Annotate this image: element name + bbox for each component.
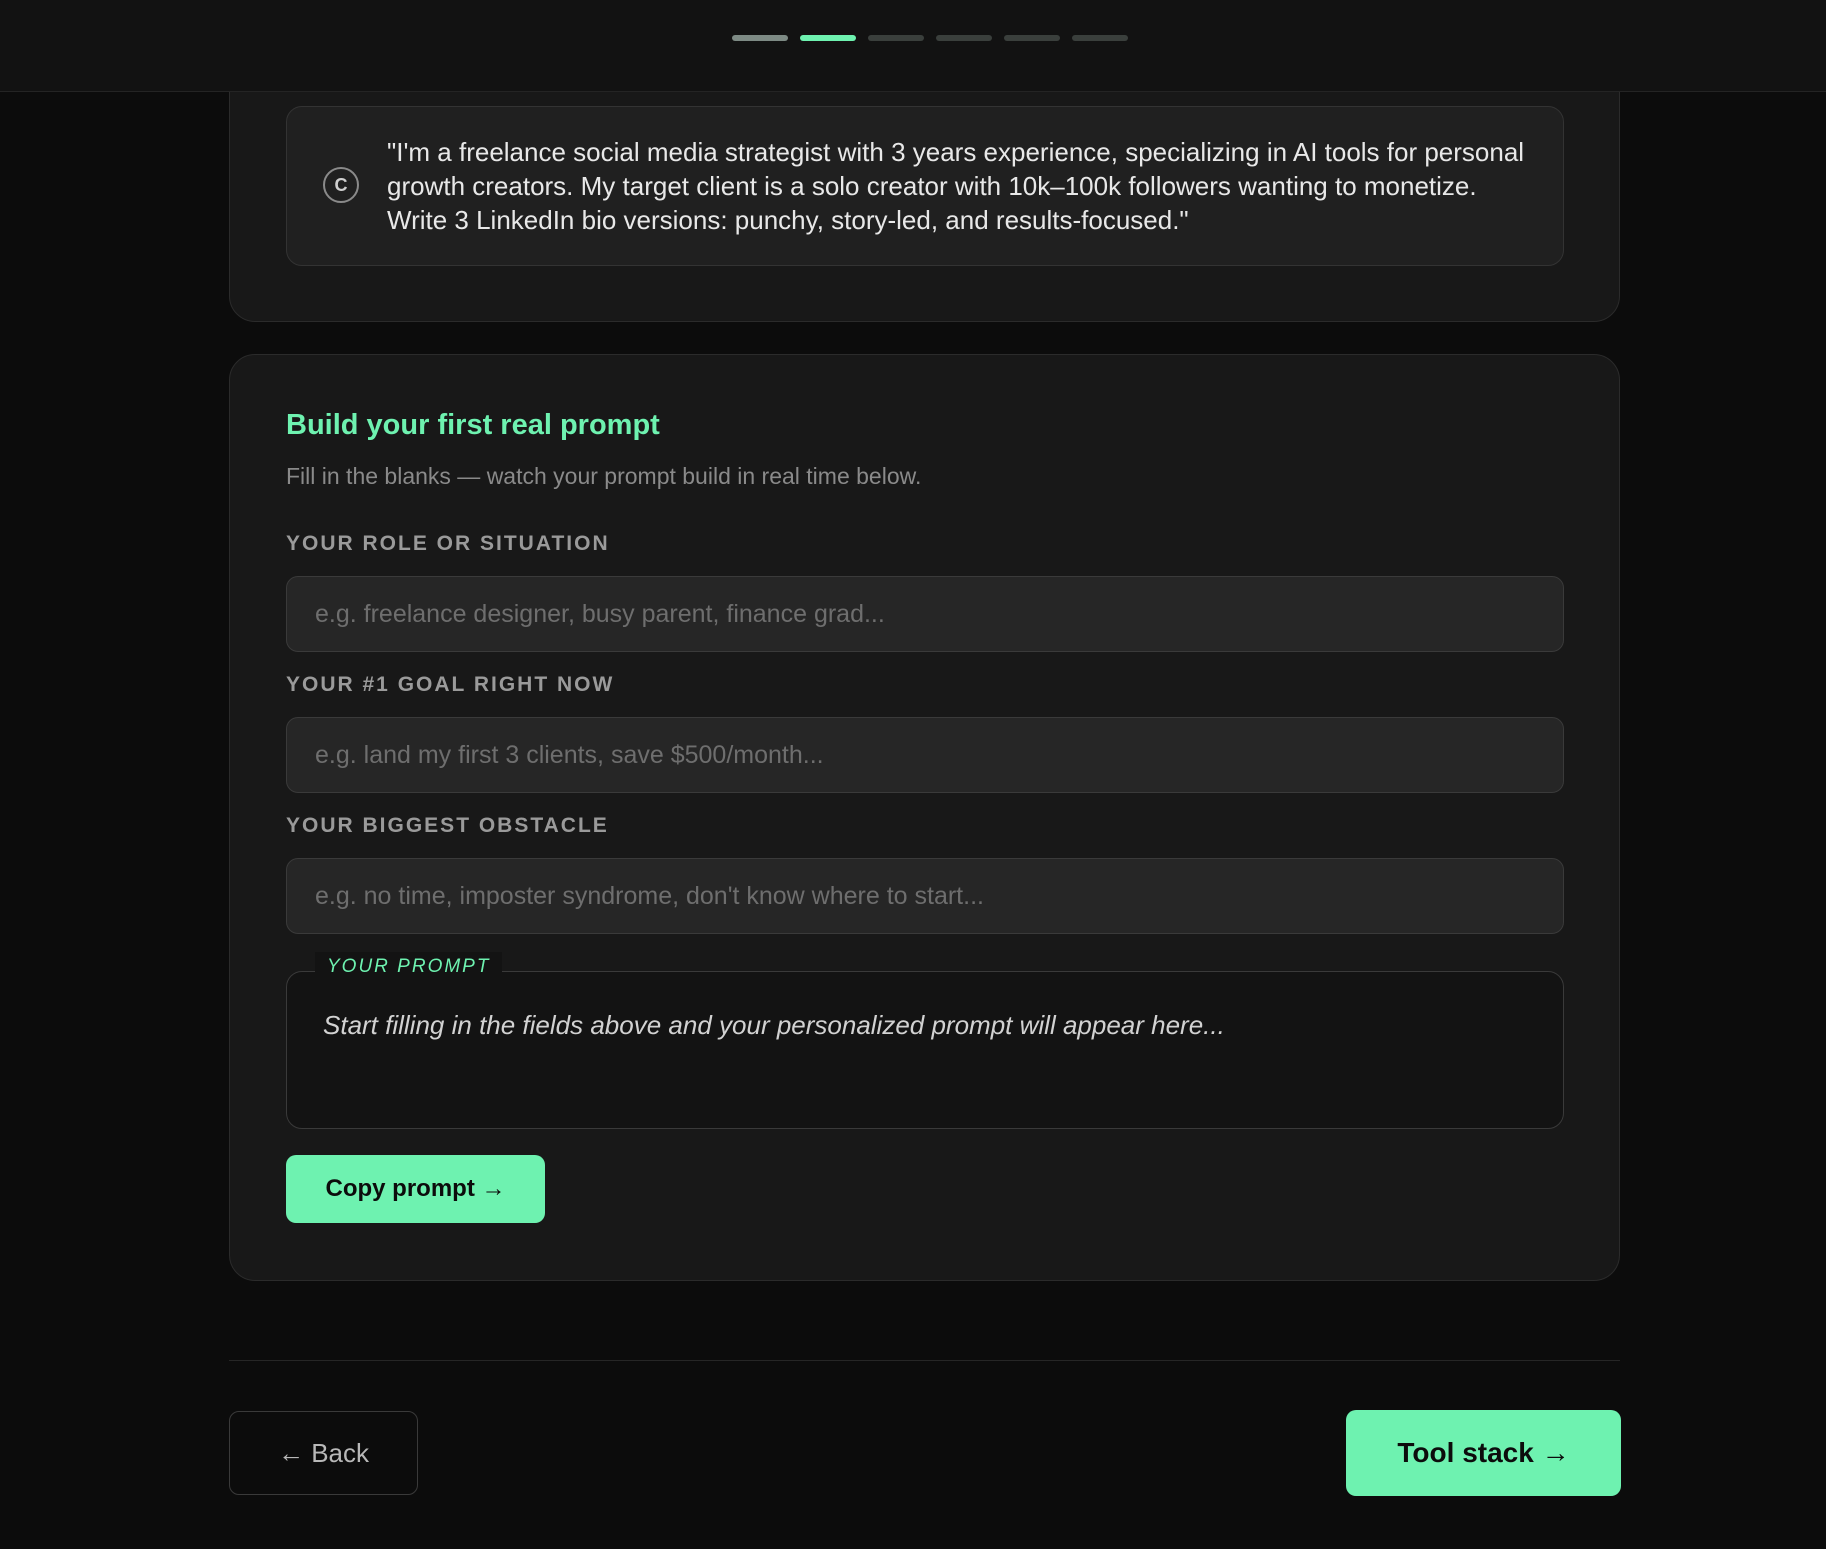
progress-step-3: [868, 35, 924, 41]
prompt-preview-box: YOUR PROMPT Start filling in the fields …: [286, 952, 1564, 1129]
next-tool-stack-button[interactable]: Tool stack →: [1346, 1410, 1621, 1496]
obstacle-field-label: YOUR BIGGEST OBSTACLE: [286, 814, 609, 837]
prompt-preview-text: Start filling in the fields above and yo…: [323, 1010, 1225, 1040]
step-progress: [732, 35, 1128, 41]
role-input[interactable]: [286, 576, 1564, 652]
goal-input[interactable]: [286, 717, 1564, 793]
section-subtitle: Fill in the blanks — watch your prompt b…: [286, 463, 922, 489]
prompt-preview-label: YOUR PROMPT: [315, 952, 503, 982]
prompt-builder-card: Build your first real prompt Fill in the…: [229, 354, 1620, 1281]
role-field-label: YOUR ROLE OR SITUATION: [286, 532, 610, 555]
top-bar: [0, 0, 1826, 92]
copy-prompt-button[interactable]: Copy prompt →: [286, 1155, 545, 1223]
example-prompt-box: C "I'm a freelance social media strategi…: [286, 106, 1564, 266]
footer-divider: [229, 1360, 1620, 1361]
section-title: Build your first real prompt: [286, 409, 660, 441]
progress-step-6: [1072, 35, 1128, 41]
back-button[interactable]: ← Back: [229, 1411, 418, 1495]
copyright-icon: C: [323, 167, 359, 203]
progress-step-4: [936, 35, 992, 41]
progress-step-5: [1004, 35, 1060, 41]
example-prompt-text: "I'm a freelance social media strategist…: [387, 137, 1525, 235]
progress-step-2: [800, 35, 856, 41]
goal-field-label: YOUR #1 GOAL RIGHT NOW: [286, 673, 615, 696]
progress-step-1: [732, 35, 788, 41]
obstacle-input[interactable]: [286, 858, 1564, 934]
